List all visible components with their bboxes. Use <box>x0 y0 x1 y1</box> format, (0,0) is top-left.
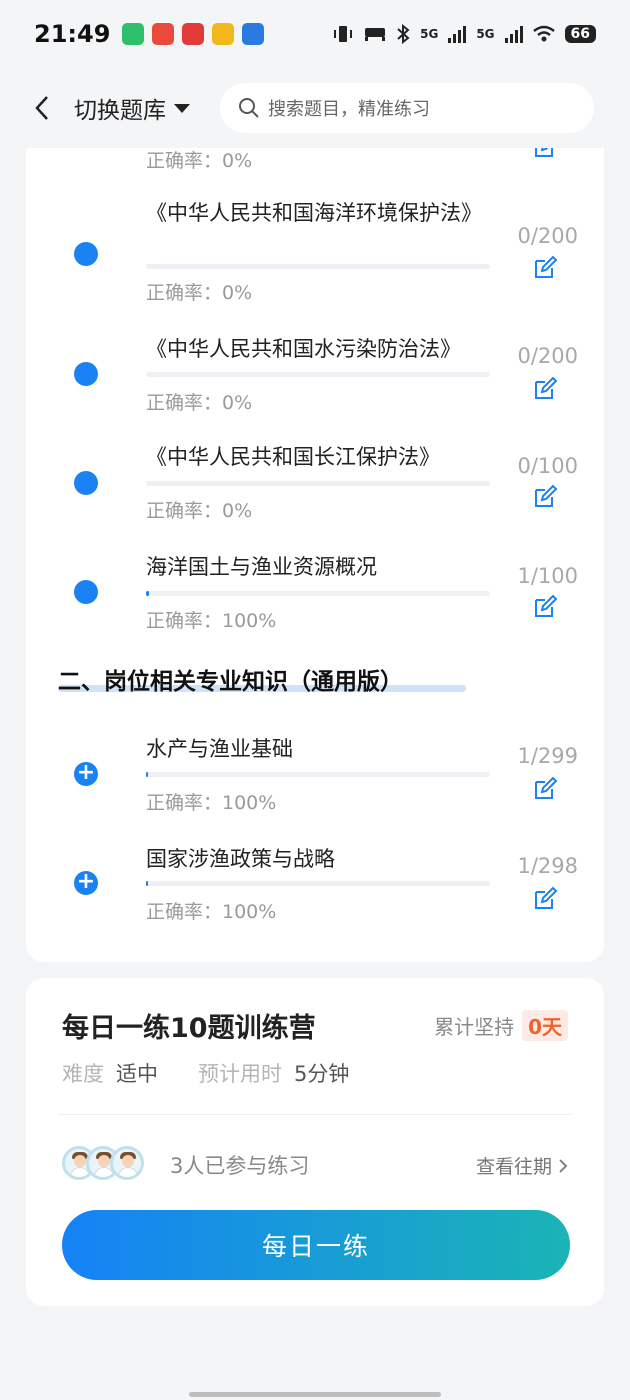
bed-icon <box>365 28 386 41</box>
progress-bar <box>146 481 490 486</box>
accuracy-text: 正确率：100% <box>146 792 277 814</box>
signal-icon <box>504 25 523 43</box>
edit-icon[interactable] <box>532 376 558 402</box>
view-history-link[interactable]: 查看往期 <box>476 1152 568 1179</box>
accuracy-text: 正确率：100% <box>146 610 277 632</box>
battery-indicator: 66 <box>564 25 596 43</box>
participants-count: 3人已参与练习 <box>170 1154 310 1178</box>
daily-practice-card: 每日一练10题训练营 累计坚持 0天 难度 适中 预计用时 5分钟 3人已参与练… <box>26 978 604 1306</box>
status-dot <box>74 362 98 386</box>
progress-fill <box>146 772 148 777</box>
daily-practice-button[interactable]: 每日一练 <box>62 1210 570 1280</box>
edit-icon[interactable] <box>532 484 558 510</box>
app-icon <box>242 23 265 45</box>
persist-days-badge: 0天 <box>522 1010 568 1041</box>
progress-count: 0/100 <box>517 454 578 478</box>
search-placeholder: 搜索题目，精准练习 <box>268 99 430 120</box>
progress-count: 1/100 <box>517 564 578 588</box>
status-bar: 21:49 5G 5G 66 <box>0 0 630 68</box>
search-input[interactable]: 搜索题目，精准练习 <box>220 83 594 133</box>
progress-fill <box>146 591 150 596</box>
switch-bank-label: 切换题库 <box>74 98 166 124</box>
item-title: 国家涉渔政策与战略 <box>146 847 335 871</box>
progress-fill <box>146 881 148 886</box>
progress-bar <box>146 591 490 596</box>
status-dot <box>74 471 98 495</box>
edit-icon[interactable] <box>532 776 558 802</box>
expand-plus-icon[interactable]: + <box>74 762 98 786</box>
chevron-right-icon <box>559 1158 568 1173</box>
progress-count: 0/200 <box>517 344 578 368</box>
status-dot <box>74 580 98 604</box>
time-value: 5分钟 <box>294 1062 350 1086</box>
item-title: 《中华人民共和国长江保护法》 <box>146 445 440 469</box>
accuracy-text: 正确率：0% <box>146 392 253 414</box>
app-icon <box>152 23 175 45</box>
progress-count: 1/299 <box>517 744 578 768</box>
item-title: 水产与渔业基础 <box>146 737 293 761</box>
time-label: 预计用时 <box>198 1062 282 1086</box>
top-nav-bar: 切换题库 搜索题目，精准练习 <box>0 68 630 148</box>
accuracy-text: 正确率：0% <box>146 500 253 522</box>
expand-plus-icon[interactable]: + <box>74 871 98 895</box>
divider <box>58 1114 572 1115</box>
edit-icon[interactable] <box>532 594 558 620</box>
back-button[interactable] <box>24 90 60 126</box>
persist-label: 累计坚持 <box>434 1015 515 1039</box>
progress-bar <box>146 881 490 886</box>
caret-down-icon <box>174 103 190 113</box>
difficulty-label: 难度 <box>62 1062 104 1086</box>
app-icon <box>182 23 205 45</box>
wifi-icon <box>532 25 555 42</box>
status-indicators: 5G 5G 66 <box>332 24 596 44</box>
accuracy-text: 正确率：100% <box>146 901 277 923</box>
app-icon <box>212 23 235 45</box>
avatar <box>110 1146 144 1180</box>
item-title: 《中华人民共和国海洋环境保护法》 <box>146 201 482 225</box>
switch-bank-dropdown[interactable]: 切换题库 <box>74 91 190 125</box>
search-icon <box>239 98 259 118</box>
history-label: 查看往期 <box>475 1156 552 1178</box>
question-bank-list: 正确率：0% 《中华人民共和国海洋环境保护法》 正确率：0% 0/200 《中华… <box>26 130 604 962</box>
progress-bar <box>146 772 490 777</box>
edit-icon[interactable] <box>532 886 558 912</box>
participant-avatars <box>62 1146 144 1180</box>
camp-title: 每日一练10题训练营 <box>62 1013 316 1044</box>
progress-bar <box>146 372 490 377</box>
persist-streak: 累计坚持 0天 <box>434 1010 568 1041</box>
edit-icon[interactable] <box>532 255 558 281</box>
progress-count: 0/200 <box>517 224 578 248</box>
camp-meta: 难度 适中 预计用时 5分钟 <box>62 1058 349 1088</box>
item-title: 《中华人民共和国水污染防治法》 <box>146 337 461 361</box>
section-title: 二、岗位相关专业知识（通用版） <box>58 669 403 695</box>
chevron-left-icon <box>35 96 48 120</box>
item-title: 海洋国土与渔业资源概况 <box>146 555 377 579</box>
progress-count: 1/298 <box>517 854 578 878</box>
accuracy-text: 正确率：0% <box>146 150 253 172</box>
status-time: 21:49 <box>34 20 111 48</box>
difficulty-value: 适中 <box>116 1062 158 1086</box>
status-dot <box>74 242 98 266</box>
vibrate-icon <box>334 26 353 42</box>
signal-label-1: 5G <box>420 27 439 41</box>
bluetooth-icon <box>397 24 410 44</box>
signal-label-2: 5G <box>476 27 495 41</box>
status-app-icons <box>122 23 265 45</box>
accuracy-text: 正确率：0% <box>146 282 253 304</box>
home-indicator[interactable] <box>189 1392 441 1397</box>
wechat-icon <box>122 23 145 45</box>
progress-bar <box>146 264 490 269</box>
signal-icon <box>448 25 467 43</box>
